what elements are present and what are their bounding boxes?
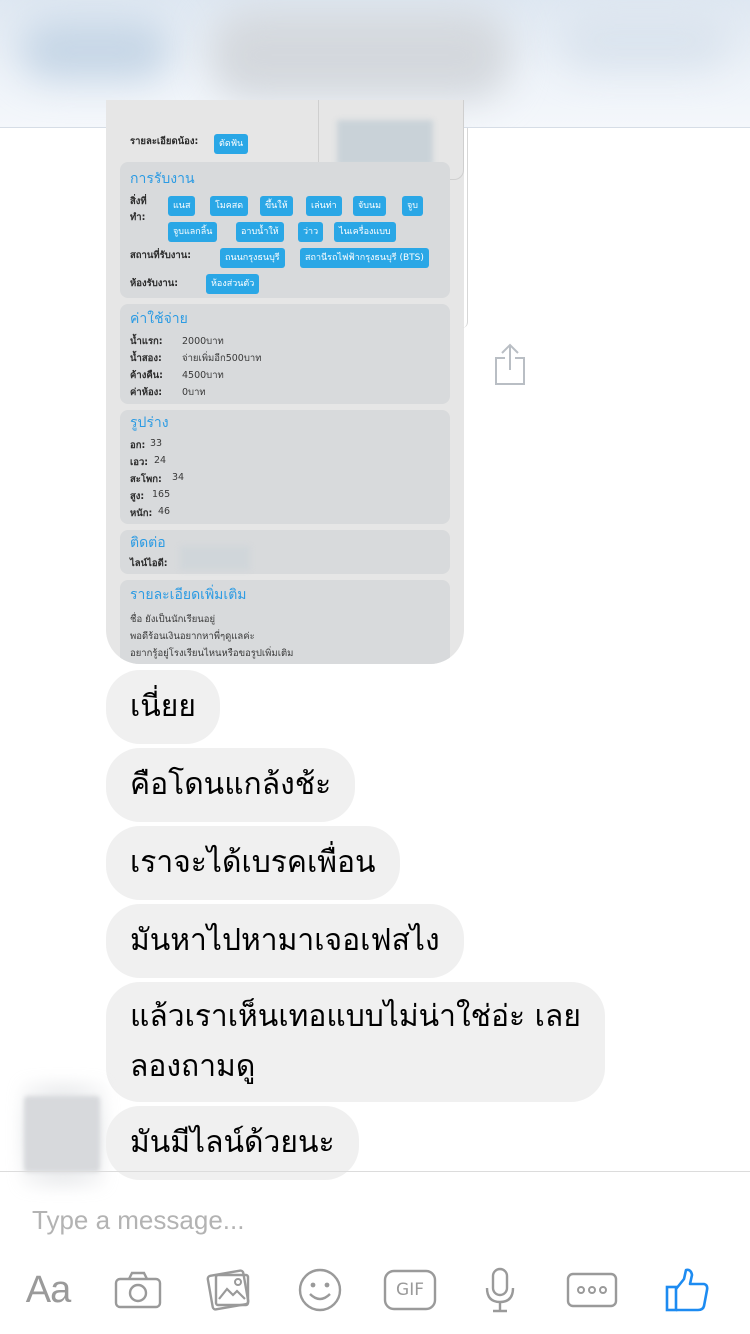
- cost-value: 2000บาท: [182, 336, 224, 347]
- blurred-contact-info: [20, 20, 170, 80]
- message-text: มันมีไลน์ด้วยนะ: [130, 1125, 335, 1160]
- more-line: ชื่อ ยังเป็นนักเรียนอยู่: [130, 614, 216, 625]
- share-icon[interactable]: [493, 342, 527, 386]
- service-chip: โมคสด: [210, 196, 249, 216]
- aa-label: Aa: [25, 1268, 71, 1311]
- more-details-card: รายละเอียดเพิ่มเติม ชื่อ ยังเป็นนักเรียน…: [120, 580, 450, 664]
- message-bubble[interactable]: มันมีไลน์ด้วยนะ: [106, 1106, 359, 1180]
- body-value: 46: [158, 506, 171, 517]
- service-chip: ไนเครื่องแบบ: [334, 222, 396, 242]
- more-line: อยากรู้อยู่โรงเรียนไหนหรือขอรูปเพิ่มเติม: [130, 648, 294, 659]
- microphone-icon[interactable]: [478, 1262, 522, 1318]
- body-value: 24: [154, 455, 167, 466]
- cost-label: น้ำแรก:: [130, 336, 163, 347]
- body-value: 33: [150, 438, 163, 449]
- room-label: ห้องรับงาน:: [130, 278, 179, 289]
- service-chip: จูบแลกลิ้น: [168, 222, 218, 242]
- service-chip: ขึ้นให้: [260, 196, 293, 216]
- cost-label: ค่าห้อง:: [130, 387, 163, 398]
- body-value: 34: [172, 472, 185, 483]
- line-id-label: ไลน์ไอดี:: [130, 558, 168, 569]
- message-bubble[interactable]: คือโดนแกล้งช้ะ: [106, 748, 356, 822]
- cost-value: 4500บาท: [182, 370, 224, 381]
- services-label: สิ่งที่ทำ:: [130, 196, 147, 223]
- body-label: หนัก:: [130, 508, 153, 519]
- location-chip: ถนนกรุงธนบุรี: [220, 248, 285, 268]
- service-chip: อาบน้ำให้: [236, 222, 284, 242]
- location-label: สถานที่รับงาน:: [130, 250, 192, 261]
- body-value: 165: [152, 489, 171, 500]
- blurred-status-bar: [560, 10, 730, 70]
- blurred-photo: [337, 120, 433, 166]
- body-label: สะโพก:: [130, 474, 162, 485]
- cost-label: น้ำสอง:: [130, 353, 162, 364]
- service-chip: จับนม: [353, 196, 387, 216]
- gif-icon[interactable]: GIF: [382, 1262, 438, 1318]
- more-line: พอดีร้อนเงินอยากหาพี่ๆดูแลค่ะ: [130, 631, 255, 642]
- contact-title: ติดต่อ: [130, 535, 166, 551]
- body-card: รูปร่าง อก: 33 เอว: 24 สะโพก: 34 สูง: 16…: [120, 410, 450, 524]
- shared-screenshot-image[interactable]: รายละเอียดน้อง: ตัดฟัน การรับงาน สิ่งที่…: [106, 100, 464, 664]
- message-text: แล้วเราเห็นเทอแบบไม่น่าใช่อ่ะ เลย: [130, 999, 581, 1034]
- more-title: รายละเอียดเพิ่มเติม: [130, 587, 247, 603]
- gallery-icon[interactable]: [202, 1262, 258, 1318]
- emoji-icon[interactable]: [294, 1262, 346, 1318]
- message-bubble[interactable]: มันหาไปหามาเจอเฟสไง: [106, 904, 464, 978]
- gif-label: GIF: [396, 1280, 424, 1300]
- message-bubble[interactable]: แล้วเราเห็นเทอแบบไม่น่าใช่อ่ะ เลย ลองถาม…: [106, 982, 605, 1102]
- message-text: เนี่ยย: [130, 689, 196, 724]
- booking-card: การรับงาน สิ่งที่ทำ: แนส โมคสด ขึ้นให้ เ…: [120, 162, 450, 298]
- detail-label: รายละเอียดน้อง:: [130, 136, 199, 147]
- cost-label: ค้างคืน:: [130, 370, 163, 381]
- booking-title: การรับงาน: [130, 171, 195, 187]
- body-label: อก:: [130, 440, 146, 451]
- location-chip: สถานีรถไฟฟ้ากรุงธนบุรี (BTS): [300, 248, 429, 268]
- avatar[interactable]: [24, 1096, 100, 1172]
- service-chip: เล่นท่า: [306, 196, 342, 216]
- image-edge: [462, 128, 468, 328]
- text-format-button[interactable]: Aa: [18, 1262, 78, 1318]
- body-title: รูปร่าง: [130, 415, 169, 431]
- like-icon[interactable]: [662, 1262, 712, 1318]
- composer-divider: [0, 1171, 750, 1172]
- message-bubble[interactable]: เราจะได้เบรคเพื่อน: [106, 826, 400, 900]
- costs-title: ค่าใช้จ่าย: [130, 311, 188, 327]
- contact-card: ติดต่อ ไลน์ไอดี:: [120, 530, 450, 574]
- message-text: คือโดนแกล้งช้ะ: [130, 767, 332, 802]
- message-text: มันหาไปหามาเจอเฟสไง: [130, 923, 440, 958]
- message-text: เราจะได้เบรคเพื่อน: [130, 845, 376, 880]
- room-chip: ห้องส่วนตัว: [206, 274, 260, 294]
- detail-chip: ตัดฟัน: [214, 134, 249, 154]
- cost-value: 0บาท: [182, 387, 206, 398]
- message-bubble[interactable]: เนี่ยย: [106, 670, 220, 744]
- service-chip: จูบ: [402, 196, 423, 216]
- service-chip: แนส: [168, 196, 196, 216]
- costs-card: ค่าใช้จ่าย น้ำแรก: 2000บาท น้ำสอง: จ่ายเ…: [120, 304, 450, 404]
- body-label: เอว:: [130, 457, 149, 468]
- message-text: ลองถามดู: [130, 1049, 256, 1084]
- blurred-line-id: [180, 546, 250, 570]
- body-label: สูง:: [130, 491, 145, 502]
- blurred-contact-name: [210, 10, 510, 100]
- message-input[interactable]: [32, 1200, 722, 1240]
- cost-value: จ่ายเพิ่มอีก500บาท: [182, 353, 262, 364]
- service-chip: ว่าว: [298, 222, 324, 242]
- more-icon[interactable]: [564, 1262, 620, 1318]
- camera-icon[interactable]: [110, 1262, 166, 1318]
